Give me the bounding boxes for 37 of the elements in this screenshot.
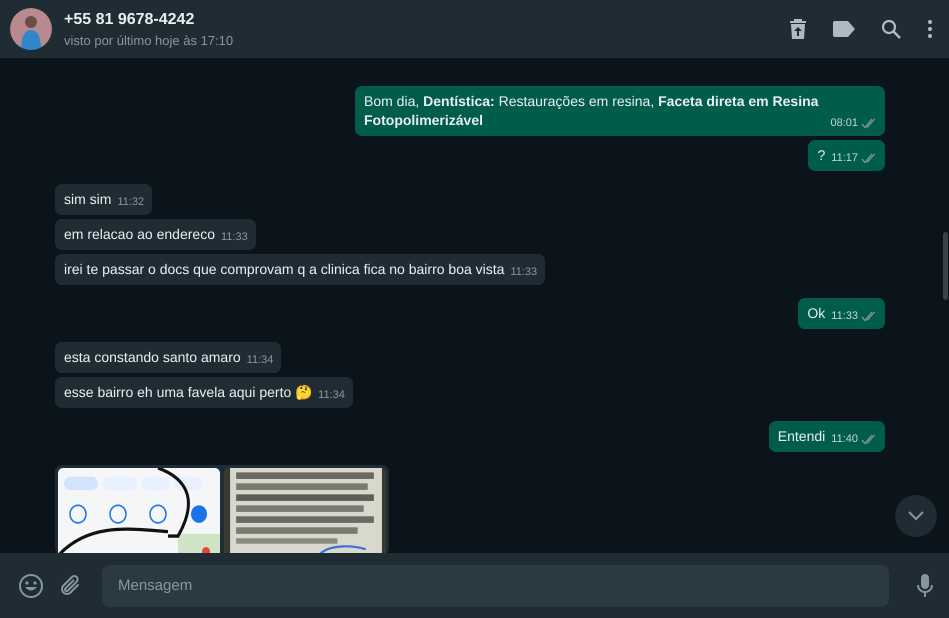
message-time: 11:32 <box>117 195 144 210</box>
search-icon[interactable] <box>881 19 901 39</box>
avatar[interactable] <box>10 8 52 50</box>
contact-name: +55 81 9678-4242 <box>64 10 196 28</box>
message-time: 11:33 <box>831 309 858 324</box>
menu-icon[interactable] <box>927 19 933 39</box>
message-input[interactable]: Mensagem <box>102 564 889 606</box>
scroll-down-button[interactable] <box>895 495 937 537</box>
scrollbar[interactable] <box>943 232 948 300</box>
double-check-icon <box>861 118 877 129</box>
delete-icon[interactable] <box>789 18 807 40</box>
label-icon[interactable] <box>833 21 855 37</box>
message-text: esta constando santo amaro <box>64 348 241 367</box>
double-check-icon <box>861 434 877 445</box>
message-time: 08:01 <box>830 116 858 131</box>
message-text: sim sim <box>64 190 112 209</box>
last-seen-status: visto por último hoje às 17:10 <box>64 32 234 48</box>
emoji-icon[interactable] <box>18 572 44 598</box>
chevron-down-icon <box>908 511 924 521</box>
message-text: esse bairro eh uma favela aqui perto 🤔 <box>64 383 312 402</box>
message-time: 11:33 <box>510 265 538 280</box>
message-text: Ok <box>807 304 826 323</box>
message-text: em relacao ao endereco <box>64 225 215 244</box>
message-time: 11:34 <box>318 388 345 403</box>
message-time: 11:33 <box>221 230 248 245</box>
message-time: 11:40 <box>831 432 858 447</box>
media-bubble[interactable] <box>55 465 389 553</box>
message-text: Entendi <box>778 427 826 446</box>
attach-icon[interactable] <box>60 574 82 598</box>
message-time: 11:34 <box>246 353 274 368</box>
double-check-icon <box>861 311 877 322</box>
double-check-icon <box>861 153 877 164</box>
message-text: ? <box>817 146 826 165</box>
message-time: 11:17 <box>831 151 858 166</box>
microphone-icon[interactable] <box>917 574 933 598</box>
message-text: irei te passar o docs que comprovam q a clinica fica no bairro boa vista <box>64 260 504 279</box>
message-text: Bom dia, Dentística: Restaurações em resina, Faceta direta em Resina Fotopolimerizável <box>364 92 820 130</box>
